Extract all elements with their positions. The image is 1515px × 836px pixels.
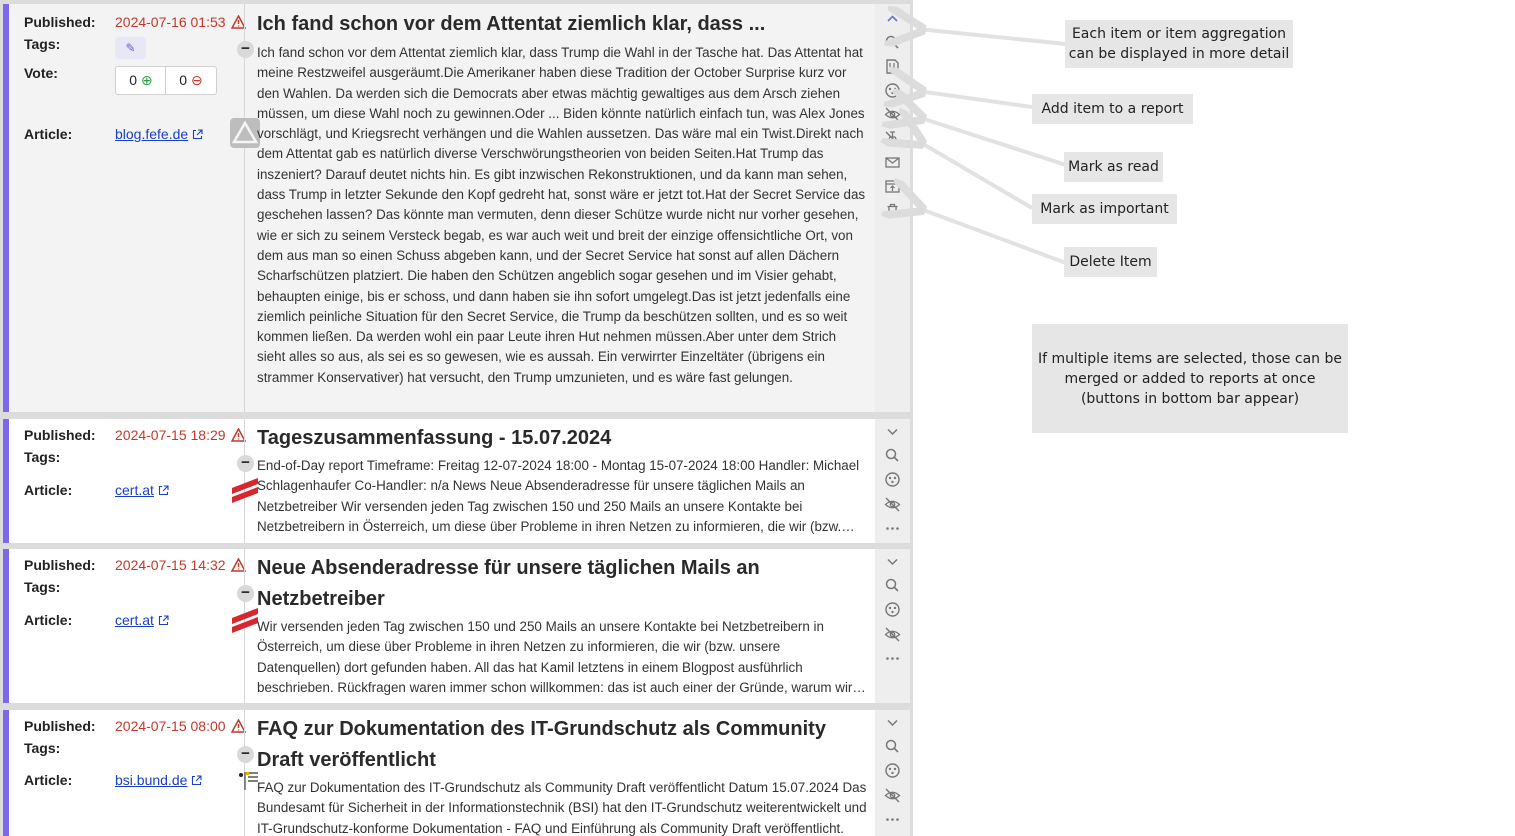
search-icon[interactable] [884, 34, 901, 51]
action-bar [875, 4, 910, 412]
article-label: Article: [24, 612, 73, 628]
article-label: Article: [24, 772, 73, 788]
action-bar [875, 419, 910, 543]
action-bar [875, 549, 910, 703]
share-icon[interactable] [884, 471, 901, 488]
search-icon[interactable] [884, 577, 901, 594]
news-item[interactable]: Published: 2024-07-16 01:53 Tags: ✎ Vote… [3, 4, 910, 412]
annotation-detail: Each item or item aggregation can be dis… [1065, 20, 1293, 68]
item-title: Neue Absenderadresse für unsere tägliche… [257, 557, 760, 610]
arrow-read [918, 117, 1067, 167]
annotation-multi: If multiple items are selected, those ca… [1032, 324, 1348, 433]
search-icon[interactable] [884, 738, 901, 755]
eye-off-icon[interactable] [884, 106, 901, 123]
share-icon[interactable] [884, 601, 901, 618]
annotation-read: Mark as read [1064, 152, 1163, 182]
item-title: Tageszusammenfassung - 15.07.2024 [257, 427, 612, 449]
chevron-up-icon[interactable] [884, 10, 901, 27]
upvote-button[interactable]: 0 ⊕ [116, 67, 166, 94]
more-icon[interactable] [884, 650, 901, 667]
arrow-down-circle-icon: ⊖ [190, 72, 203, 88]
tags-label: Tags: [24, 36, 61, 52]
share-icon[interactable] [884, 762, 901, 779]
item-body: End-of-Day report Timeframe: Freitag 12-… [257, 458, 860, 534]
eye-off-icon[interactable] [884, 626, 901, 643]
news-item-list: Published: 2024-07-16 01:53 Tags: ✎ Vote… [0, 0, 913, 836]
source-logo [230, 474, 260, 504]
article-link[interactable]: cert.at [115, 482, 154, 498]
item-body: Ich fand schon vor dem Attentat ziemlich… [257, 45, 866, 385]
news-item[interactable]: Published: 2024-07-15 18:29 Tags: Articl… [3, 419, 910, 543]
item-body: FAQ zur Dokumentation des IT-Grundschutz… [257, 780, 867, 836]
tags-label: Tags: [24, 740, 61, 756]
article-link[interactable]: bsi.bund.de [115, 772, 187, 788]
published-date: 2024-07-15 18:29 [115, 427, 226, 443]
arrow-important [918, 141, 1034, 210]
eye-off-icon[interactable] [884, 787, 901, 804]
move-icon[interactable] [884, 178, 901, 195]
news-item[interactable]: Published: 2024-07-15 08:00 Tags: Articl… [3, 710, 910, 836]
item-body: Wir versenden jeden Tag zwischen 150 und… [257, 619, 853, 695]
article-label: Article: [24, 126, 73, 142]
news-item[interactable]: Published: 2024-07-15 14:32 Tags: Articl… [3, 549, 910, 703]
arrow-detail [918, 29, 1067, 44]
external-link-icon [158, 483, 169, 499]
collapse-toggle[interactable]: − [237, 585, 254, 602]
collapse-toggle[interactable]: − [237, 455, 254, 472]
action-bar [875, 710, 910, 836]
more-icon[interactable] [884, 520, 901, 537]
edit-tags-button[interactable]: ✎ [115, 37, 146, 59]
vote-label: Vote: [24, 65, 58, 81]
mail-icon[interactable] [884, 154, 901, 171]
external-link-icon [192, 127, 203, 143]
arrow-report [918, 91, 1033, 107]
vote-control: 0 ⊕ 0 ⊖ [115, 66, 217, 95]
delete-icon[interactable] [884, 202, 901, 219]
published-date: 2024-07-15 14:32 [115, 557, 226, 573]
pencil-icon: ✎ [125, 41, 136, 55]
external-link-icon [158, 613, 169, 629]
report-add-icon[interactable] [884, 58, 901, 75]
annotation-report: Add item to a report [1032, 94, 1193, 124]
annotation-important: Mark as important [1032, 194, 1177, 224]
published-date: 2024-07-15 08:00 [115, 718, 226, 734]
published-label: Published: [24, 718, 96, 734]
chevron-down-icon[interactable] [884, 553, 901, 570]
source-logo [230, 604, 260, 634]
published-label: Published: [24, 557, 96, 573]
article-label: Article: [24, 482, 73, 498]
eye-off-icon[interactable] [884, 496, 901, 513]
share-icon[interactable] [884, 82, 901, 99]
item-title: FAQ zur Dokumentation des IT-Grundschutz… [257, 718, 826, 771]
published-label: Published: [24, 427, 96, 443]
arrow-up-circle-icon: ⊕ [140, 72, 153, 88]
article-link[interactable]: blog.fefe.de [115, 126, 188, 142]
published-date: 2024-07-16 01:53 [115, 14, 226, 30]
tags-label: Tags: [24, 449, 61, 465]
collapse-toggle[interactable]: − [237, 746, 254, 763]
chevron-down-icon[interactable] [884, 423, 901, 440]
chevron-down-icon[interactable] [884, 714, 901, 731]
more-icon[interactable] [884, 811, 901, 828]
annotation-delete: Delete Item [1064, 247, 1157, 277]
article-link[interactable]: cert.at [115, 612, 154, 628]
external-link-icon [191, 773, 202, 789]
search-icon[interactable] [884, 447, 901, 464]
unpin-icon[interactable] [884, 130, 901, 147]
downvote-button[interactable]: 0 ⊖ [166, 67, 216, 94]
source-logo [230, 118, 260, 148]
tags-label: Tags: [24, 579, 61, 595]
collapse-toggle[interactable]: − [237, 41, 254, 58]
published-label: Published: [24, 14, 96, 30]
item-title: Ich fand schon vor dem Attentat ziemlich… [257, 13, 766, 35]
